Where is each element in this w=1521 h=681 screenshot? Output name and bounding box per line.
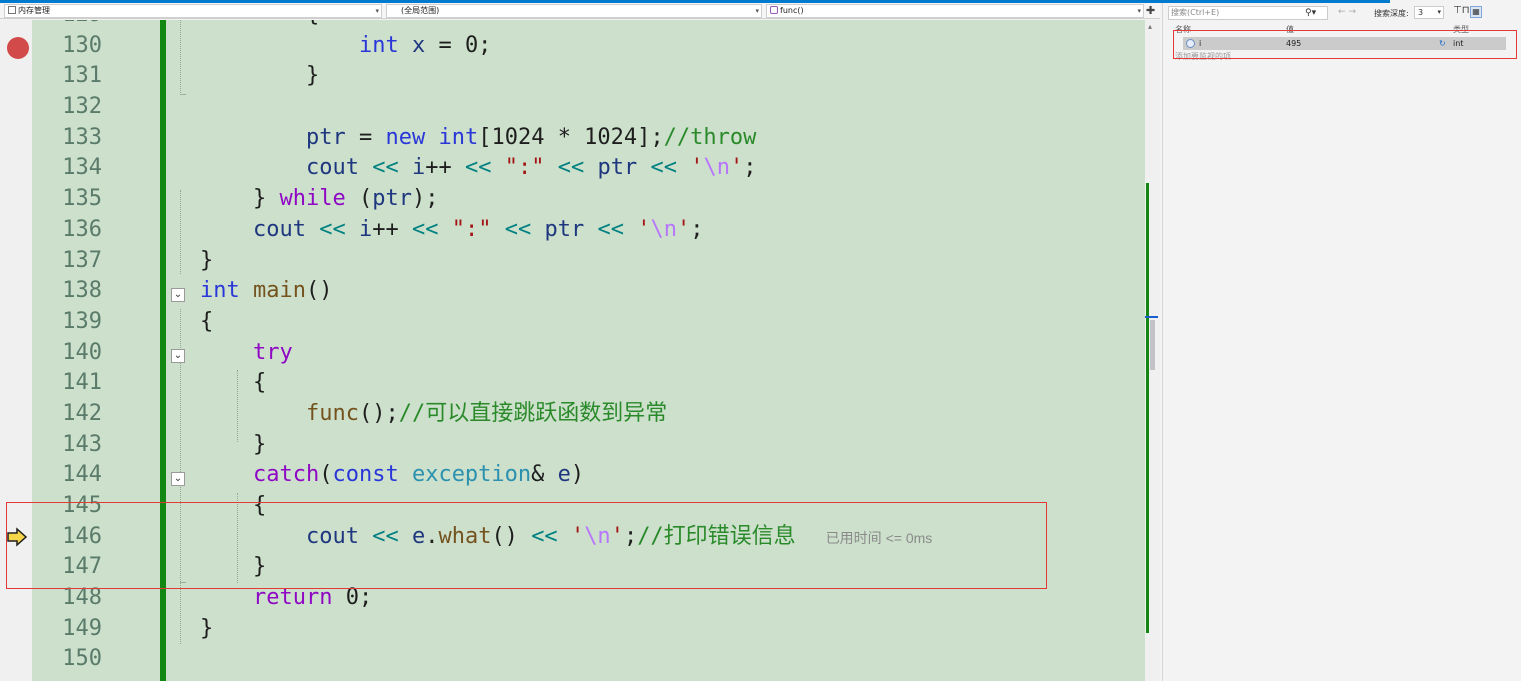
scope-dropdown[interactable]: (全局范围) ▾ — [386, 4, 762, 18]
project-name: 内存管理 — [18, 6, 50, 15]
line-number: 136 — [62, 216, 102, 242]
code-line: func();//可以直接跳跃函数到异常 — [305, 400, 668, 426]
line-number: 144 — [62, 462, 102, 488]
line-number: 133 — [62, 124, 102, 150]
search-input[interactable]: 搜索(Ctrl+E) ⚲▾ — [1168, 6, 1328, 20]
line-number: 141 — [62, 370, 102, 396]
annotation-highlight-box — [6, 502, 1047, 589]
line-number: 135 — [62, 186, 102, 212]
annotation-highlight-box — [1173, 30, 1517, 59]
code-line: } — [200, 63, 320, 89]
search-depth-label: 搜索深度: — [1374, 9, 1409, 18]
code-line: } — [200, 247, 214, 273]
search-depth-value: 3 — [1418, 8, 1424, 17]
function-dropdown[interactable]: func() ▾ — [766, 4, 1144, 18]
code-line: try — [252, 339, 293, 365]
line-number: 142 — [62, 400, 102, 426]
code-line: cout << i++ << ":" << ptr << '\n'; — [305, 155, 757, 181]
pin-icon[interactable]: ⊤⊓ — [1453, 5, 1470, 16]
code-line: } while (ptr); — [200, 186, 439, 212]
line-number: 139 — [62, 308, 102, 334]
chevron-down-icon: ▾ — [375, 7, 379, 15]
locals-panel: 搜索(Ctrl+E) ⚲▾ ←→ 搜索深度: 3 ▾ ⊤⊓ ▦ 名称 值 类型 … — [1162, 3, 1521, 681]
scrollbar-thumb[interactable] — [1150, 320, 1155, 370]
code-line: catch(const exception& e) — [252, 462, 585, 488]
line-number: 143 — [62, 431, 102, 457]
split-window-icon[interactable]: ✚ — [1146, 5, 1155, 16]
scope-name: (全局范围) — [401, 6, 440, 15]
search-depth-dropdown[interactable]: 3 ▾ — [1414, 6, 1444, 19]
code-line: cout << i++ << ":" << ptr << '\n'; — [252, 216, 704, 242]
chevron-down-icon: ▾ — [755, 7, 759, 15]
line-number: 132 — [62, 94, 102, 120]
line-number: 140 — [62, 339, 102, 365]
view-toggle-icon[interactable]: ▦ — [1470, 6, 1482, 18]
search-placeholder: 搜索(Ctrl+E) — [1171, 8, 1220, 17]
code-line: } — [200, 615, 214, 641]
line-number: 149 — [62, 615, 102, 641]
scrollbar-change-marker — [1146, 183, 1149, 633]
line-number: 138 — [62, 278, 102, 304]
comment-jump: //可以直接跳跃函数到异常 — [398, 400, 668, 426]
line-number: 129 — [32, 20, 102, 31]
line-number: 131 — [62, 63, 102, 89]
project-icon — [8, 6, 16, 14]
vertical-scrollbar[interactable]: ▴ — [1145, 20, 1160, 681]
code-line: { — [200, 308, 214, 334]
function-icon — [770, 6, 778, 14]
line-number: 137 — [62, 247, 102, 273]
code-line: { — [200, 20, 1145, 31]
comment-throw: //throw — [663, 124, 757, 150]
code-line: { — [200, 370, 267, 396]
code-line: } — [200, 431, 267, 457]
code-line: int x = 0; — [358, 32, 492, 58]
search-navigation-icon[interactable]: ←→ — [1338, 7, 1359, 17]
project-dropdown[interactable]: 内存管理 ▾ — [4, 4, 382, 18]
code-line: int main() — [200, 278, 333, 304]
code-line: ptr = new int[1024 * 1024];//throw — [305, 124, 757, 150]
chevron-down-icon: ▾ — [1137, 7, 1141, 15]
function-name: func() — [780, 6, 804, 15]
line-number: 150 — [62, 646, 102, 672]
search-icon[interactable]: ⚲▾ — [1305, 7, 1316, 19]
chevron-down-icon: ▾ — [1437, 8, 1441, 16]
navigation-bar: 内存管理 ▾ (全局范围) ▾ func() ▾ ✚ — [0, 3, 1160, 19]
scrollbar-caret-marker — [1145, 316, 1158, 318]
line-number: 130 — [62, 32, 102, 58]
line-number: 134 — [62, 155, 102, 181]
scroll-up-icon[interactable]: ▴ — [1148, 22, 1152, 31]
